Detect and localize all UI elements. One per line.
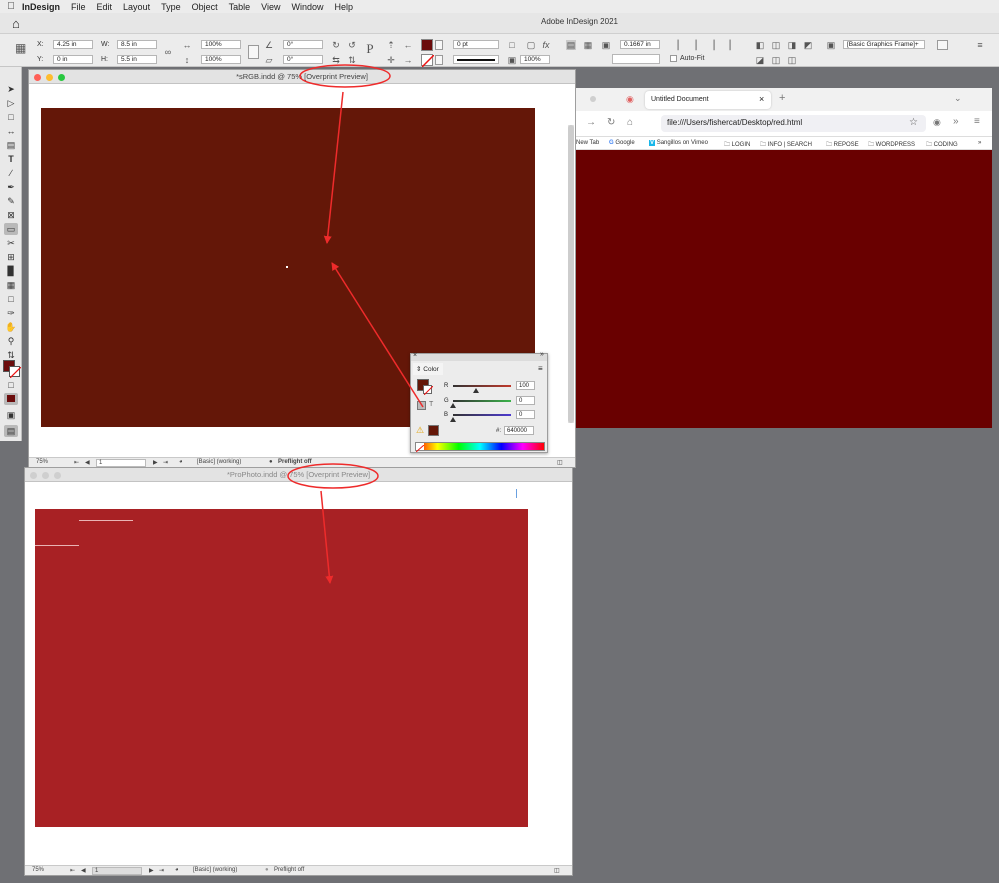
annotation-arrow-from-panel (331, 262, 424, 408)
annotation-arrow-down-top (323, 91, 344, 244)
annotation-ellipse-top (299, 64, 391, 88)
annotation-overlay (287, 64, 424, 584)
annotation-arrow-down-bottom (320, 490, 334, 584)
annotation-ellipse-bottom (287, 463, 379, 489)
